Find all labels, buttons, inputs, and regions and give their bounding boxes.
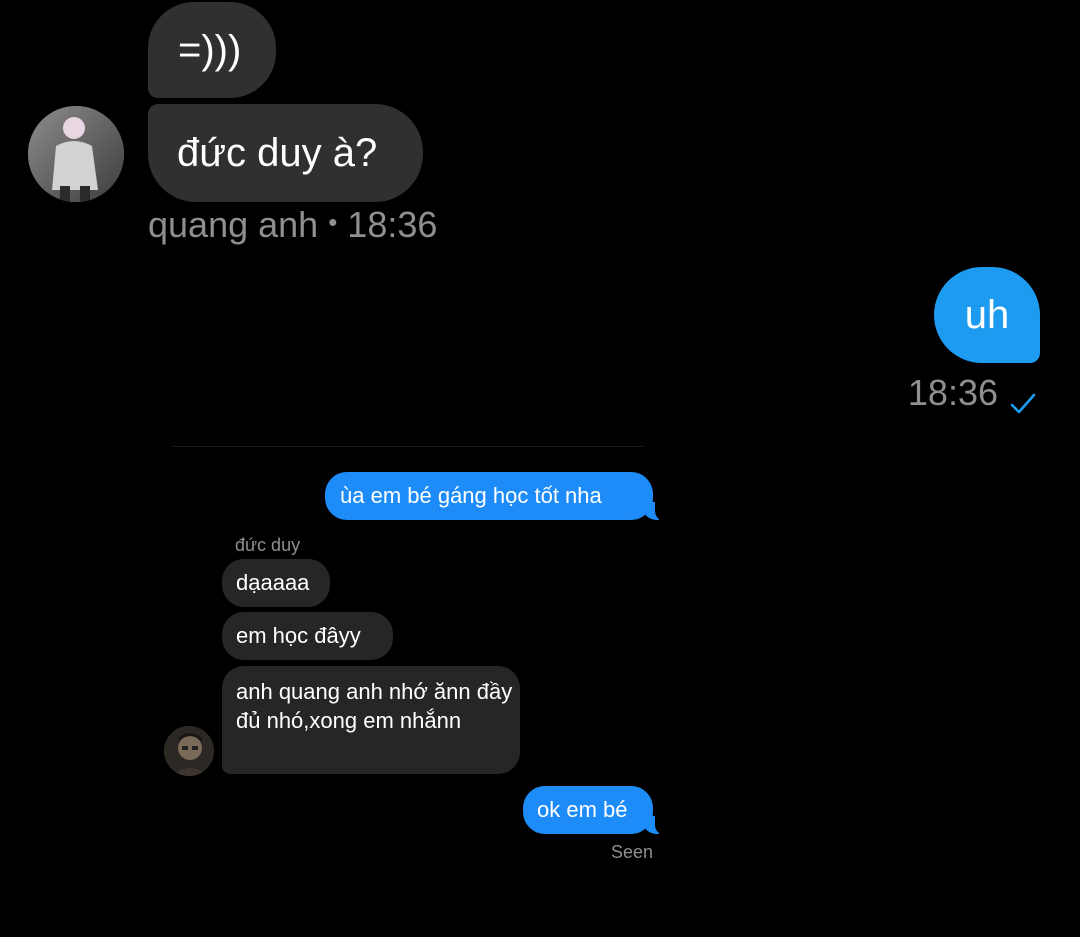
sent-message-bubble[interactable]: uh: [934, 267, 1040, 363]
timestamp: 18:36: [347, 204, 438, 245]
message-text: em học đâyy: [236, 623, 361, 648]
received-message-bubble[interactable]: em học đâyy: [222, 612, 393, 660]
message-text: ok em bé: [537, 797, 628, 822]
received-message-bubble[interactable]: =))): [148, 2, 276, 98]
avatar[interactable]: [28, 106, 124, 202]
message-text: dạaaaa: [236, 570, 310, 595]
message-text: anh quang anh nhớ ănn đầy đủ nhó,xong em…: [236, 679, 513, 733]
separator: •: [328, 207, 338, 237]
received-message-bubble[interactable]: dạaaaa: [222, 559, 330, 607]
seen-status: Seen: [610, 842, 653, 862]
sent-message-bubble[interactable]: ok em bé: [523, 786, 669, 835]
timestamp: 18:36: [907, 372, 998, 413]
chat-screen: =))) đức duy à? quang anh • 18:36 uh 18:36: [0, 0, 1080, 937]
message-text: =))): [178, 28, 242, 72]
sent-message-meta: 18:36: [908, 372, 1036, 414]
check-icon: [1010, 384, 1036, 414]
sender-name: đức duy: [235, 535, 301, 555]
person-photo-icon: [164, 726, 214, 776]
sent-message-bubble[interactable]: ùa em bé gáng học tốt nha: [325, 472, 669, 521]
message-text: uh: [964, 292, 1010, 337]
message-text: ùa em bé gáng học tốt nha: [340, 483, 602, 508]
person-photo-icon: [28, 106, 124, 202]
message-meta: quang anh • 18:36: [148, 204, 437, 246]
sender-name: quang anh: [148, 204, 319, 245]
message-text: đức duy à?: [177, 131, 378, 175]
avatar[interactable]: [164, 726, 214, 776]
divider: [172, 446, 644, 447]
received-message-bubble[interactable]: anh quang anh nhớ ănn đầy đủ nhó,xong em…: [222, 666, 520, 774]
received-message-bubble[interactable]: đức duy à?: [148, 104, 423, 202]
